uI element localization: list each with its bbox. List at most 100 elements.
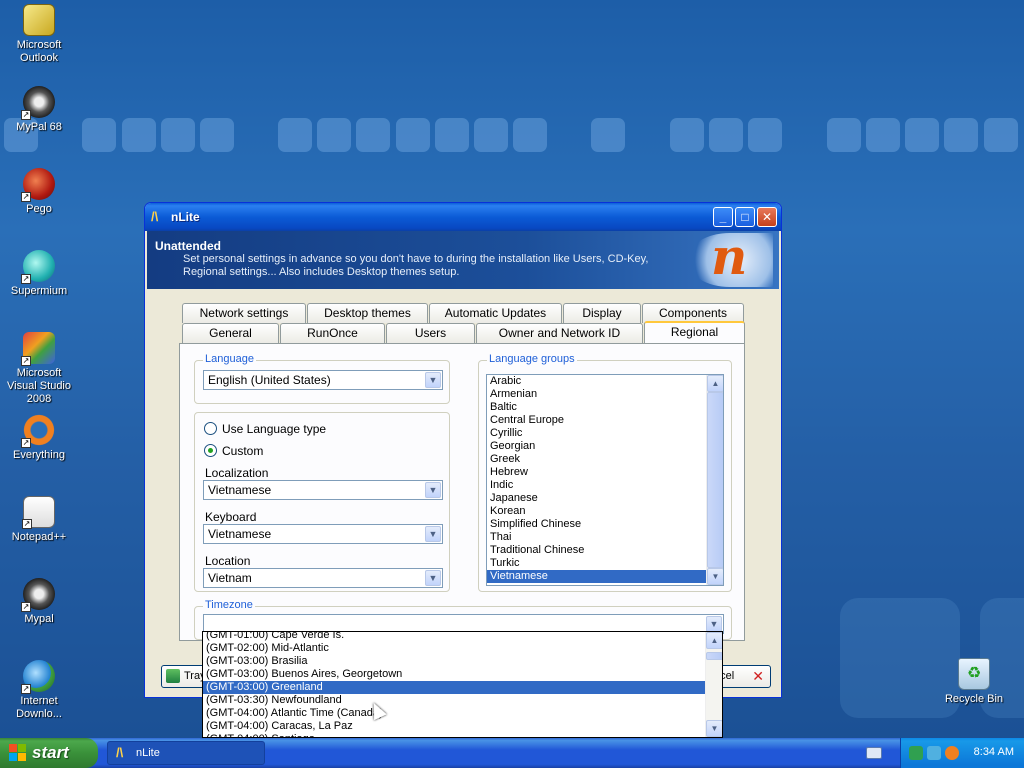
list-item[interactable]: Turkic — [487, 557, 706, 570]
tab-general[interactable]: General — [182, 323, 279, 343]
list-item[interactable]: Armenian — [487, 388, 706, 401]
desktop-icon-supermium[interactable]: ↗ Supermium — [1, 250, 77, 298]
dropdown-option[interactable]: (GMT-04:00) Santiago — [203, 733, 705, 737]
localization-value: Vietnamese — [208, 483, 272, 497]
language-combo[interactable]: English (United States) ▼ — [203, 370, 443, 390]
location-combo[interactable]: Vietnam ▼ — [203, 568, 443, 588]
nlite-logo-icon: /\ — [116, 745, 124, 760]
custom-radio[interactable] — [204, 444, 217, 457]
desktop-icon-label: Mypal — [24, 613, 54, 625]
raccoon-icon: ↗ — [21, 86, 55, 120]
tab-network-settings[interactable]: Network settings — [182, 303, 306, 323]
tab-automatic-updates[interactable]: Automatic Updates — [429, 303, 562, 323]
taskbar-item-label: nLite — [136, 747, 160, 759]
chevron-down-icon[interactable]: ▼ — [425, 570, 441, 586]
close-icon: ✕ — [761, 210, 773, 224]
dropdown-option[interactable]: (GMT-01:00) Cape Verde Is. — [203, 632, 705, 642]
list-item[interactable]: Japanese — [487, 492, 706, 505]
tab-owner-network-id[interactable]: Owner and Network ID — [476, 323, 643, 343]
language-groups-list[interactable]: Arabic Armenian Baltic Central Europe Cyrill… — [486, 374, 724, 586]
tray-icon — [166, 669, 180, 683]
visual-studio-icon: ↗ — [21, 332, 55, 366]
maximize-button[interactable]: □ — [735, 207, 755, 227]
list-item[interactable]: Korean — [487, 505, 706, 518]
desktop-icon-label: Recycle Bin — [944, 693, 1004, 705]
system-tray: 8:34 AM — [900, 738, 1024, 768]
banner-title: Unattended — [155, 239, 221, 253]
desktop-icon-label: Everything — [13, 449, 65, 461]
scroll-up-icon[interactable]: ▲ — [707, 375, 723, 392]
chevron-down-icon[interactable]: ▼ — [706, 616, 722, 632]
use-language-type-radio[interactable] — [204, 422, 217, 435]
list-item[interactable]: Thai — [487, 531, 706, 544]
tab-regional[interactable]: Regional — [644, 321, 745, 343]
minimize-button[interactable]: _ — [713, 207, 733, 227]
scroll-up-icon[interactable]: ▲ — [706, 632, 722, 649]
tab-components[interactable]: Components — [642, 303, 744, 323]
location-label: Location — [205, 554, 251, 568]
language-groups-scrollbar[interactable]: ▲ ▼ — [706, 375, 723, 585]
title-bar[interactable]: /\ nLite _ □ ✕ — [145, 203, 781, 231]
tab-display[interactable]: Display — [563, 303, 641, 323]
list-item[interactable]: Simplified Chinese — [487, 518, 706, 531]
nlite-n-icon: n — [711, 227, 748, 286]
custom-label: Custom — [222, 444, 264, 458]
network-icon[interactable] — [909, 746, 923, 760]
recycle-bin-icon: ♻ — [958, 658, 990, 690]
list-item[interactable]: Greek — [487, 453, 706, 466]
list-item[interactable]: Central Europe — [487, 414, 706, 427]
list-item[interactable]: Traditional Chinese — [487, 544, 706, 557]
keyboard-icon[interactable] — [866, 747, 882, 759]
scroll-down-icon[interactable]: ▼ — [706, 720, 722, 737]
list-item[interactable]: Vietnamese — [487, 570, 706, 583]
tab-runonce[interactable]: RunOnce — [280, 323, 385, 343]
scroll-thumb[interactable] — [707, 392, 723, 568]
start-button[interactable]: start — [0, 738, 98, 768]
taskbar-item-nlite[interactable]: /\ nLite — [107, 741, 265, 765]
everything-icon: ↗ — [21, 414, 55, 448]
dropdown-option[interactable]: (GMT-04:00) Atlantic Time (Canada) — [203, 707, 705, 720]
timezone-group-label: Timezone — [203, 599, 255, 611]
keyboard-combo[interactable]: Vietnamese ▼ — [203, 524, 443, 544]
dropdown-option[interactable]: (GMT-04:00) Caracas, La Paz — [203, 720, 705, 733]
pego-icon: ↗ — [21, 168, 55, 202]
dropdown-option[interactable]: (GMT-03:30) Newfoundland — [203, 694, 705, 707]
timezone-dropdown-list[interactable]: (GMT-01:00) Cape Verde Is. (GMT-02:00) Mi… — [202, 631, 723, 738]
close-button[interactable]: ✕ — [757, 207, 777, 227]
list-item[interactable]: Arabic — [487, 375, 706, 388]
scroll-thumb[interactable] — [706, 652, 722, 660]
desktop-icon-visual-studio[interactable]: ↗ Microsoft Visual Studio 2008 — [1, 332, 77, 406]
keyboard-value: Vietnamese — [208, 527, 272, 541]
desktop-icon-recycle-bin[interactable]: ♻ Recycle Bin — [936, 658, 1012, 706]
chevron-down-icon[interactable]: ▼ — [425, 482, 441, 498]
desktop-icon-internet-download[interactable]: ↗ Internet Downlo... — [1, 660, 77, 721]
desktop-icon-pego[interactable]: ↗ Pego — [1, 168, 77, 216]
chevron-down-icon[interactable]: ▼ — [425, 526, 441, 542]
clock: 8:34 AM — [973, 746, 1014, 758]
list-item[interactable]: Cyrillic — [487, 427, 706, 440]
dropdown-option[interactable]: (GMT-02:00) Mid-Atlantic — [203, 642, 705, 655]
localization-combo[interactable]: Vietnamese ▼ — [203, 480, 443, 500]
desktop-icon-everything[interactable]: ↗ Everything — [1, 414, 77, 462]
list-item[interactable]: Indic — [487, 479, 706, 492]
globe-download-icon: ↗ — [21, 660, 55, 694]
list-item[interactable]: Georgian — [487, 440, 706, 453]
tab-desktop-themes[interactable]: Desktop themes — [307, 303, 428, 323]
dropdown-option[interactable]: (GMT-03:00) Greenland — [203, 681, 705, 694]
desktop-icon-mypal68[interactable]: ↗ MyPal 68 — [1, 86, 77, 134]
timezone-scrollbar[interactable]: ▲ ▼ — [705, 632, 722, 737]
dropdown-option[interactable]: (GMT-03:00) Buenos Aires, Georgetown — [203, 668, 705, 681]
desktop-icon-mypal[interactable]: ↗ Mypal — [1, 578, 77, 626]
desktop-icon-outlook[interactable]: Microsoft Outlook — [1, 4, 77, 65]
nlite-logo-icon: /\ — [151, 209, 159, 224]
list-item[interactable]: Hebrew — [487, 466, 706, 479]
nlite-logo: n — [687, 227, 773, 287]
dropdown-option[interactable]: (GMT-03:00) Brasilia — [203, 655, 705, 668]
scroll-down-icon[interactable]: ▼ — [707, 568, 723, 585]
globe-icon[interactable] — [927, 746, 941, 760]
desktop-icon-notepadpp[interactable]: ↗ Notepad++ — [1, 496, 77, 544]
tab-users[interactable]: Users — [386, 323, 475, 343]
list-item[interactable]: Baltic — [487, 401, 706, 414]
chevron-down-icon[interactable]: ▼ — [425, 372, 441, 388]
search-icon[interactable] — [945, 746, 959, 760]
